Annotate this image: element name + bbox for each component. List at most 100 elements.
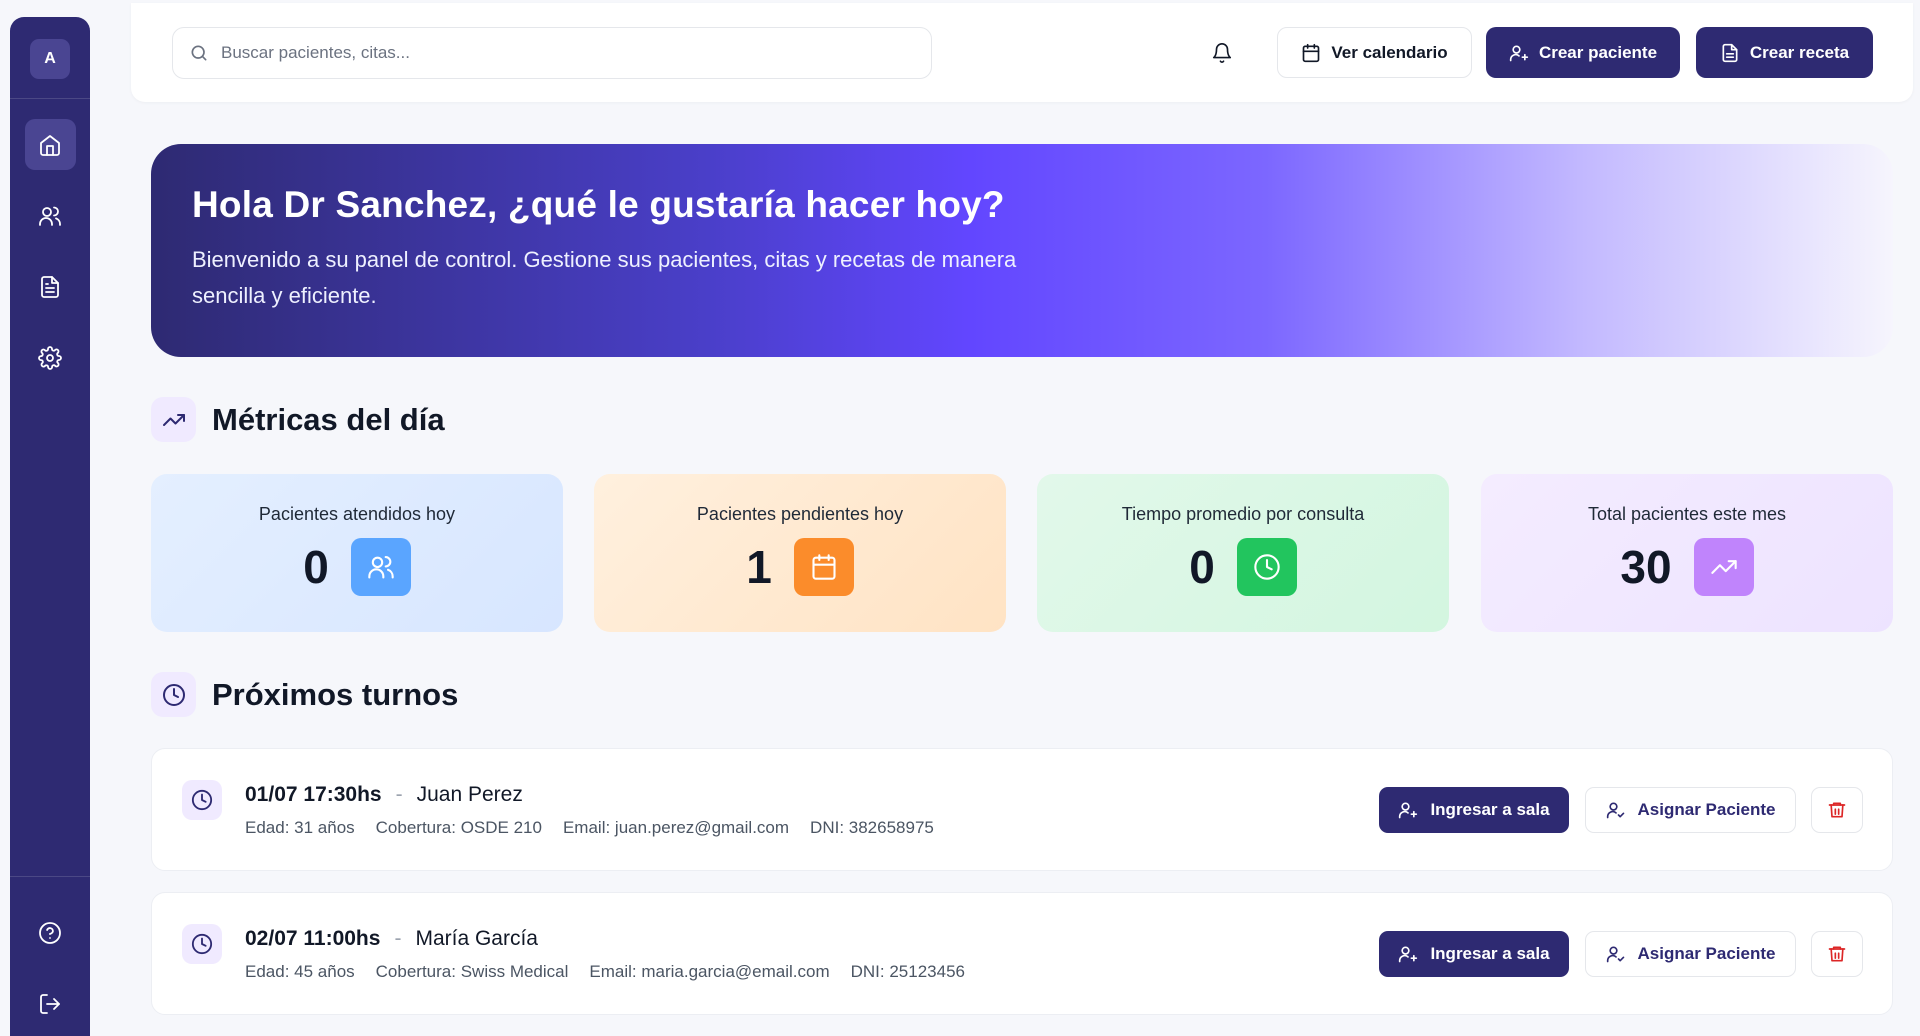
create-patient-label: Crear paciente xyxy=(1538,42,1658,62)
metric-icon-badge xyxy=(793,538,854,596)
patient-email: Email: maria.garcia@email.com xyxy=(589,962,830,981)
clock-icon xyxy=(1254,554,1280,580)
patient-coverage: Cobertura: Swiss Medical xyxy=(375,962,569,981)
enter-room-button[interactable]: Ingresar a sala xyxy=(1379,787,1569,833)
separator: - xyxy=(394,927,402,950)
users-icon xyxy=(368,556,394,579)
sidebar-divider xyxy=(10,98,90,99)
delete-appointment-button[interactable] xyxy=(1811,931,1863,977)
user-plus-icon xyxy=(1399,802,1418,819)
appointment-details: Edad: 45 años Cobertura: Swiss Medical E… xyxy=(245,962,965,982)
patient-age: Edad: 45 años xyxy=(245,962,355,981)
patient-name: María García xyxy=(415,927,538,950)
metric-label: Total pacientes este mes xyxy=(1587,504,1787,524)
create-prescription-label: Crear receta xyxy=(1749,42,1850,62)
patient-name: Juan Perez xyxy=(416,783,523,806)
clock-icon xyxy=(191,933,213,955)
metric-row: 1 xyxy=(746,538,854,596)
metric-icon-badge xyxy=(350,538,411,596)
view-calendar-button[interactable]: Ver calendario xyxy=(1277,27,1472,78)
trending-up-icon xyxy=(162,413,185,426)
metric-value: 1 xyxy=(746,541,772,593)
user-check-icon xyxy=(1606,802,1624,819)
calendar-icon xyxy=(812,554,836,580)
appointments-title: Próximos turnos xyxy=(212,676,459,712)
sidebar-item-patients[interactable] xyxy=(25,190,76,241)
sidebar-item-home[interactable] xyxy=(24,119,76,170)
metric-label: Tiempo promedio por consulta xyxy=(1121,504,1365,524)
enter-room-button[interactable]: Ingresar a sala xyxy=(1379,931,1569,977)
notifications-button[interactable] xyxy=(1208,39,1236,67)
appointment-icon xyxy=(182,924,222,964)
metric-icon-badge xyxy=(1236,538,1297,596)
calendar-icon xyxy=(1303,43,1320,62)
top-bar: Ver calendario Crear paciente Crear rece… xyxy=(131,3,1913,102)
help-circle-icon xyxy=(39,921,61,944)
search-icon xyxy=(191,45,207,61)
metric-card-pending: Pacientes pendientes hoy 1 xyxy=(594,474,1006,632)
patient-email: Email: juan.perez@gmail.com xyxy=(562,818,790,837)
appointment-card: 01/07 17:30hs - Juan Perez Edad: 31 años… xyxy=(151,748,1893,871)
sidebar-nav xyxy=(24,119,76,383)
sidebar-item-help[interactable] xyxy=(25,907,76,958)
appointment-icon xyxy=(182,780,222,820)
appointments-header: Próximos turnos xyxy=(151,672,458,717)
metrics-title: Métricas del día xyxy=(212,401,445,437)
sidebar-bottom xyxy=(10,876,90,1036)
sidebar: A xyxy=(10,17,90,1036)
appointment-datetime: 01/07 17:30hs xyxy=(245,783,382,806)
appointment-title: 01/07 17:30hs - Juan Perez xyxy=(245,783,523,807)
gear-icon xyxy=(38,345,62,370)
enter-room-label: Ingresar a sala xyxy=(1430,944,1550,963)
logout-icon xyxy=(40,993,60,1014)
create-prescription-button[interactable]: Crear receta xyxy=(1696,27,1873,78)
user-check-icon xyxy=(1606,946,1624,963)
assign-patient-button[interactable]: Asignar Paciente xyxy=(1585,787,1796,833)
assign-patient-label: Asignar Paciente xyxy=(1637,944,1776,963)
patient-dni: DNI: 382658975 xyxy=(810,818,934,837)
metric-label: Pacientes pendientes hoy xyxy=(696,504,904,524)
sidebar-item-prescriptions[interactable] xyxy=(25,261,76,312)
metric-value: 30 xyxy=(1620,541,1672,593)
metric-card-month-total: Total pacientes este mes 30 xyxy=(1481,474,1893,632)
metric-value: 0 xyxy=(1189,541,1215,593)
assign-patient-label: Asignar Paciente xyxy=(1637,800,1776,819)
user-plus-icon xyxy=(1509,45,1529,61)
delete-appointment-button[interactable] xyxy=(1811,787,1863,833)
metric-row: 30 xyxy=(1620,538,1754,596)
metric-value: 0 xyxy=(303,541,329,593)
create-patient-button[interactable]: Crear paciente xyxy=(1486,27,1680,78)
clock-icon xyxy=(162,683,185,706)
view-calendar-label: Ver calendario xyxy=(1331,42,1448,62)
clock-icon xyxy=(191,789,213,811)
trash-icon xyxy=(1828,802,1846,818)
patient-dni: DNI: 25123456 xyxy=(850,962,965,981)
home-icon xyxy=(40,134,60,156)
metric-row: 0 xyxy=(303,538,411,596)
metrics-section-icon xyxy=(151,397,196,442)
sidebar-item-logout[interactable] xyxy=(25,978,76,1029)
document-icon xyxy=(41,275,59,298)
trash-icon xyxy=(1828,946,1846,962)
user-plus-icon xyxy=(1399,946,1418,963)
trending-up-icon xyxy=(1710,560,1737,574)
metric-card-avg-time: Tiempo promedio por consulta 0 xyxy=(1037,474,1449,632)
metric-row: 0 xyxy=(1189,538,1297,596)
welcome-title: Hola Dr Sanchez, ¿qué le gustaría hacer … xyxy=(192,184,1005,225)
users-icon xyxy=(39,206,61,226)
patient-age: Edad: 31 años xyxy=(245,818,355,837)
appointment-details: Edad: 31 años Cobertura: OSDE 210 Email:… xyxy=(245,818,934,838)
metric-card-attended: Pacientes atendidos hoy 0 xyxy=(151,474,563,632)
metric-label: Pacientes atendidos hoy xyxy=(258,504,456,524)
assign-patient-button[interactable]: Asignar Paciente xyxy=(1585,931,1796,977)
search-input[interactable] xyxy=(221,43,881,63)
separator: - xyxy=(395,783,403,806)
sidebar-item-settings[interactable] xyxy=(25,332,76,383)
metrics-header: Métricas del día xyxy=(151,397,445,442)
welcome-subtitle: Bienvenido a su panel de control. Gestio… xyxy=(192,247,1017,308)
welcome-banner: Hola Dr Sanchez, ¿qué le gustaría hacer … xyxy=(151,144,1893,357)
patient-coverage: Cobertura: OSDE 210 xyxy=(375,818,542,837)
search-box xyxy=(172,27,932,79)
appointments-section-icon xyxy=(151,672,196,717)
app-logo[interactable]: A xyxy=(30,39,70,79)
